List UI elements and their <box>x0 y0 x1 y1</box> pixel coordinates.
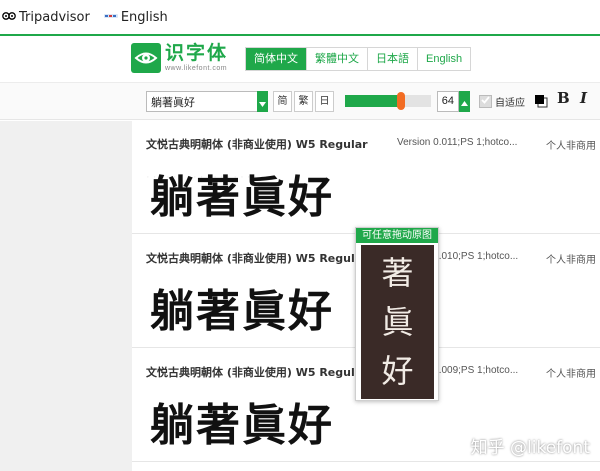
site-logo[interactable]: 识字体 www.likefont.com <box>131 43 228 73</box>
sample-text-input[interactable] <box>146 91 258 112</box>
ekrmb-globe-icon <box>103 10 118 25</box>
script-simplified-button[interactable]: 简 <box>273 91 292 112</box>
font-sample-rendering: 躺著眞好 <box>150 400 334 451</box>
font-version: Version 0.011;PS 1;hotco... <box>397 137 518 148</box>
spin-up-icon[interactable] <box>461 91 468 110</box>
color-picker-button[interactable] <box>534 93 548 108</box>
font-entry[interactable]: · · · · · · · · · · · · · · · · · · · · … <box>132 121 600 234</box>
font-size-spinner[interactable] <box>459 91 470 125</box>
italic-button[interactable]: I <box>580 89 587 107</box>
bookmark-label: Tripadvisor <box>19 9 90 25</box>
source-char: 著 <box>381 254 414 293</box>
color-swatch-icon <box>534 93 548 112</box>
font-size-slider[interactable] <box>345 92 431 110</box>
tab-english[interactable]: English <box>418 48 471 70</box>
language-tabs: 简体中文 繁體中文 日本語 English <box>245 47 472 71</box>
bookmark-label: English <box>120 9 168 25</box>
bookmarks-bar: Tripadvisor English <box>0 0 600 34</box>
font-name[interactable]: 文悦古典明朝体 (非商业使用) W5 Regular <box>146 250 368 266</box>
site-header: 识字体 www.likefont.com 简体中文 繁體中文 日本語 Engli… <box>0 36 600 82</box>
source-char: 眞 <box>381 302 414 341</box>
sample-dropdown-button[interactable] <box>257 91 268 112</box>
check-icon <box>481 96 490 107</box>
font-sample-rendering: 躺著眞好 <box>150 286 334 337</box>
bookmark-english[interactable]: English <box>103 9 168 25</box>
tab-simplified-chinese[interactable]: 简体中文 <box>246 48 307 70</box>
logo-title: 识字体 <box>165 42 229 64</box>
source-char: 好 <box>381 351 414 390</box>
font-name[interactable]: 文悦古典明朝体 (非商业使用) W5 Regular <box>146 364 368 380</box>
drag-preview-title[interactable]: 可任意拖动原图 <box>356 228 438 243</box>
left-gutter <box>0 121 132 471</box>
bold-button[interactable]: B <box>557 89 570 107</box>
source-image-crop[interactable]: 著 眞 好 <box>361 245 434 399</box>
tab-traditional-chinese[interactable]: 繁體中文 <box>307 48 368 70</box>
adaptive-checkbox[interactable] <box>479 95 492 108</box>
adaptive-label: 自适应 <box>495 98 525 109</box>
script-japanese-button[interactable]: 日 <box>315 91 334 112</box>
platform-watermark: 知乎 @likefont <box>470 438 590 458</box>
tab-japanese[interactable]: 日本語 <box>368 48 418 70</box>
script-traditional-button[interactable]: 繁 <box>294 91 313 112</box>
slider-fill <box>345 95 401 107</box>
draggable-source-preview[interactable]: 可任意拖动原图 著 眞 好 <box>355 227 439 401</box>
font-license: 个人非商用 <box>546 255 596 266</box>
bookmark-tripadvisor[interactable]: Tripadvisor <box>2 10 90 25</box>
adaptive-toggle[interactable]: 自适应 <box>479 94 525 109</box>
logo-url: www.likefont.com <box>165 65 228 72</box>
eye-logo-icon <box>131 43 161 73</box>
font-name[interactable]: 文悦古典明朝体 (非商业使用) W5 Regular <box>146 136 368 152</box>
font-license: 个人非商用 <box>546 369 596 380</box>
caret-down-icon <box>259 92 266 111</box>
font-license: 个人非商用 <box>546 141 596 152</box>
tripadvisor-owl-icon <box>2 10 16 25</box>
font-size-input[interactable]: 64 <box>437 91 459 112</box>
slider-thumb[interactable] <box>396 92 405 110</box>
font-sample-rendering: 躺著眞好 <box>150 172 334 223</box>
